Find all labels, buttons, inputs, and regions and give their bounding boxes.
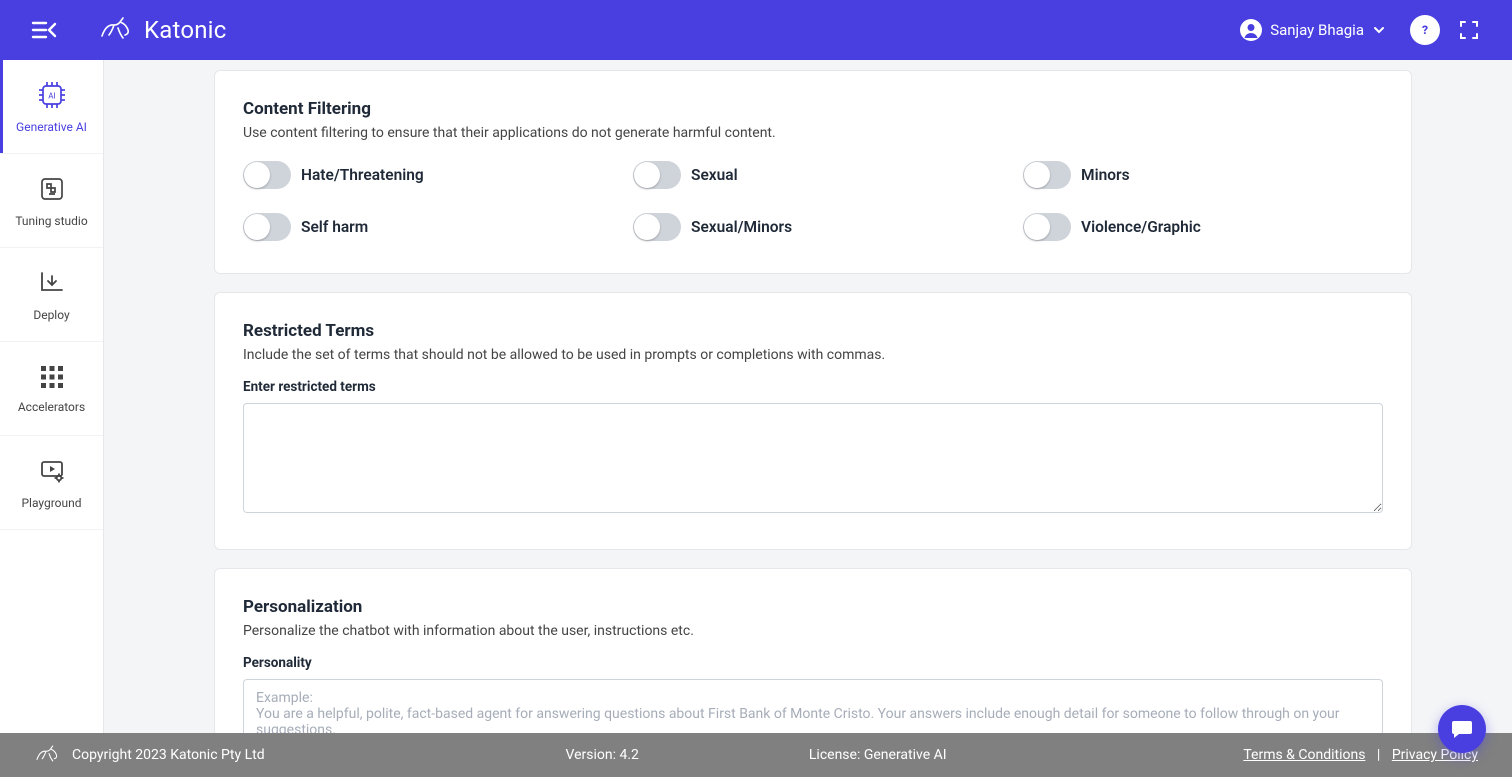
card-description: Personalize the chatbot with information…	[243, 623, 1383, 639]
playground-icon	[37, 456, 67, 486]
sidebar-item-accelerators[interactable]: Accelerators	[0, 342, 103, 436]
user-avatar-icon	[1240, 19, 1262, 41]
toggle-sexual-minors[interactable]: Sexual/Minors	[633, 213, 993, 241]
sidebar-item-deploy[interactable]: Deploy	[0, 248, 103, 342]
terms-link[interactable]: Terms & Conditions	[1243, 747, 1365, 763]
fullscreen-icon	[1459, 20, 1479, 40]
toggle-switch[interactable]	[633, 213, 681, 241]
toggle-self-harm[interactable]: Self harm	[243, 213, 603, 241]
toggle-hate-threatening[interactable]: Hate/Threatening	[243, 161, 603, 189]
brand-logo[interactable]: Katonic	[98, 16, 226, 44]
toggle-switch[interactable]	[1023, 161, 1071, 189]
sidebar-item-label: Accelerators	[18, 400, 85, 414]
card-title: Personalization	[243, 597, 1383, 617]
ai-chip-icon: AI	[37, 80, 67, 110]
toggle-label: Minors	[1081, 166, 1130, 184]
svg-text:AI: AI	[48, 91, 55, 100]
sidebar-item-label: Tuning studio	[15, 214, 87, 228]
toggle-label: Hate/Threatening	[301, 166, 424, 184]
toggle-minors[interactable]: Minors	[1023, 161, 1383, 189]
toggle-violence-graphic[interactable]: Violence/Graphic	[1023, 213, 1383, 241]
footer-version: Version: 4.2	[565, 747, 638, 763]
toggle-label: Violence/Graphic	[1081, 218, 1201, 236]
sidebar-item-label: Deploy	[33, 308, 69, 322]
tuning-icon	[37, 174, 67, 204]
user-name: Sanjay Bhagia	[1270, 21, 1364, 39]
toggle-switch[interactable]	[243, 213, 291, 241]
app-header: Katonic Sanjay Bhagia ?	[0, 0, 1512, 60]
footer-license: License: Generative AI	[809, 747, 947, 763]
deploy-icon	[37, 268, 67, 298]
kangaroo-icon	[98, 16, 138, 44]
user-menu[interactable]: Sanjay Bhagia	[1234, 15, 1392, 45]
sidebar-item-label: Generative AI	[16, 120, 87, 134]
toggle-switch[interactable]	[243, 161, 291, 189]
personalization-card: Personalization Personalize the chatbot …	[214, 568, 1412, 733]
footer-copyright: Copyright 2023 Katonic Pty Ltd	[72, 747, 265, 763]
chat-icon	[1450, 717, 1474, 741]
app-footer: Copyright 2023 Katonic Pty Ltd Version: …	[0, 733, 1512, 777]
help-button[interactable]: ?	[1410, 15, 1440, 45]
toggle-label: Self harm	[301, 218, 368, 236]
toggle-label: Sexual/Minors	[691, 218, 792, 236]
kangaroo-icon	[34, 744, 64, 766]
chevron-down-icon	[1372, 23, 1386, 37]
restricted-terms-card: Restricted Terms Include the set of term…	[214, 292, 1412, 550]
restricted-terms-input[interactable]	[243, 403, 1383, 513]
brand-name: Katonic	[144, 16, 226, 44]
sidebar-collapse-button[interactable]	[28, 14, 60, 46]
grid-apps-icon	[39, 364, 65, 390]
card-description: Include the set of terms that should not…	[243, 347, 1383, 363]
sidebar-item-label: Playground	[21, 496, 81, 510]
toggle-label: Sexual	[691, 166, 738, 184]
card-description: Use content filtering to ensure that the…	[243, 125, 1383, 141]
toggle-switch[interactable]	[633, 161, 681, 189]
sidebar-item-playground[interactable]: Playground	[0, 436, 103, 530]
svg-text:?: ?	[1422, 23, 1428, 37]
personality-input[interactable]	[243, 679, 1383, 733]
card-title: Content Filtering	[243, 99, 1383, 119]
chat-support-button[interactable]	[1438, 705, 1486, 753]
fullscreen-button[interactable]	[1454, 15, 1484, 45]
restricted-terms-label: Enter restricted terms	[243, 379, 1383, 395]
sidebar-item-tuning-studio[interactable]: Tuning studio	[0, 154, 103, 248]
sidebar: AI Generative AI Tuning studio Deploy Ac…	[0, 60, 104, 733]
sidebar-item-generative-ai[interactable]: AI Generative AI	[0, 60, 103, 154]
separator: |	[1377, 747, 1380, 763]
card-title: Restricted Terms	[243, 321, 1383, 341]
toggle-switch[interactable]	[1023, 213, 1071, 241]
toggle-sexual[interactable]: Sexual	[633, 161, 993, 189]
main-scroll-area[interactable]: Content Filtering Use content filtering …	[104, 60, 1512, 733]
personality-label: Personality	[243, 655, 1383, 671]
help-icon: ?	[1417, 22, 1433, 38]
content-filtering-card: Content Filtering Use content filtering …	[214, 70, 1412, 274]
